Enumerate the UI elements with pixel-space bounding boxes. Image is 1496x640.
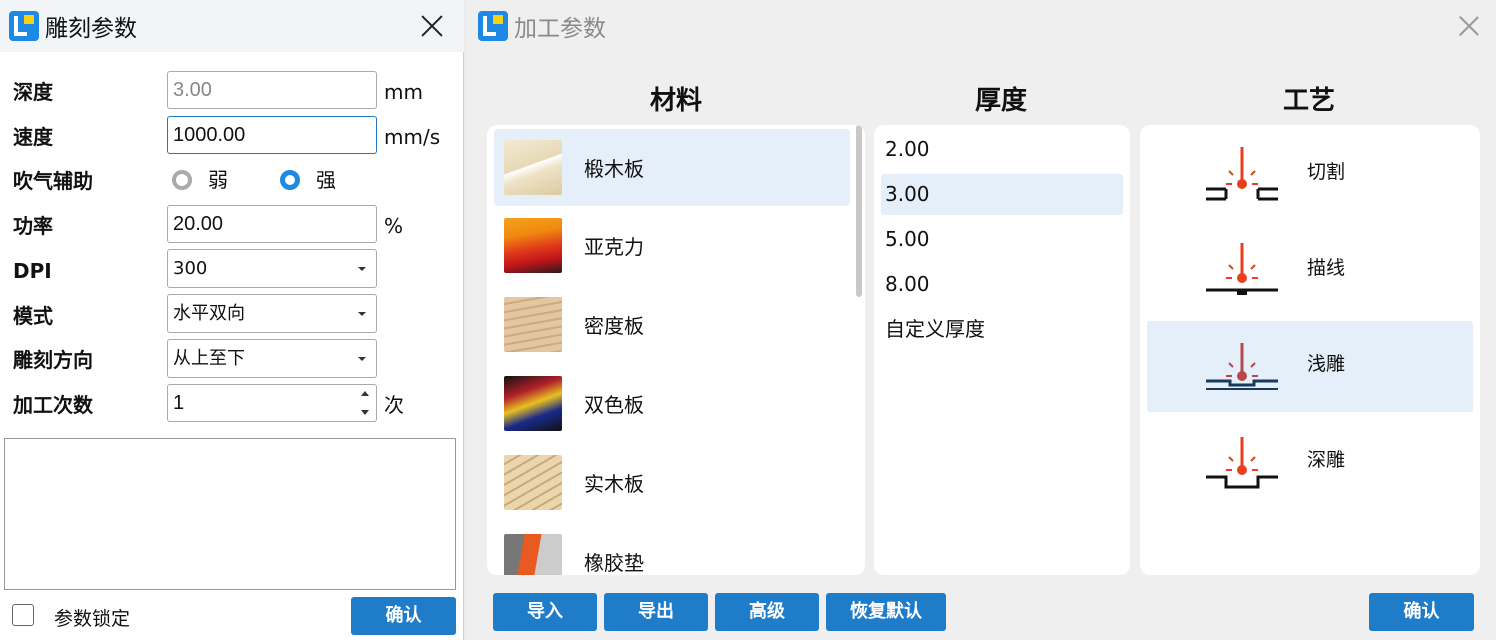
- air-strong-label: 强: [316, 168, 336, 192]
- process-header: 工艺: [1282, 86, 1335, 116]
- material-thumbnail: [504, 218, 562, 273]
- chevron-down-icon: [358, 267, 366, 271]
- list-item[interactable]: 描线: [1147, 225, 1473, 316]
- list-item[interactable]: 3.00: [881, 174, 1123, 215]
- passes-label: 加工次数: [13, 393, 93, 417]
- air-strong-radio[interactable]: [280, 170, 300, 190]
- list-item[interactable]: 亚克力: [494, 207, 850, 284]
- list-item[interactable]: 切割: [1147, 129, 1473, 220]
- material-list: 椴木板 亚克力 密度板 双色板 实木板 橡胶垫: [487, 125, 865, 575]
- dpi-label: DPI: [13, 259, 52, 283]
- import-button[interactable]: 导入: [493, 593, 597, 631]
- power-field[interactable]: 20.00: [167, 205, 377, 243]
- power-label: 功率: [13, 214, 53, 238]
- list-item[interactable]: 椴木板: [494, 129, 850, 206]
- right-confirm-button[interactable]: 确认: [1369, 593, 1474, 631]
- list-item[interactable]: 双色板: [494, 365, 850, 442]
- speed-field[interactable]: 1000.00: [167, 116, 377, 154]
- air-weak-label: 弱: [208, 168, 228, 192]
- mode-label: 模式: [13, 304, 53, 328]
- passes-value: 1: [173, 392, 185, 414]
- line-icon: [1206, 243, 1278, 295]
- process-params-dialog: 加工参数 材料 厚度 工艺 椴木板 亚克力 密度板 双色板 实木板 橡胶垫 2.…: [466, 0, 1496, 640]
- depth-unit: mm: [384, 80, 423, 104]
- list-item[interactable]: 浅雕: [1147, 321, 1473, 412]
- material-thumbnail: [504, 140, 562, 195]
- process-name: 切割: [1307, 161, 1346, 183]
- list-item[interactable]: 实木板: [494, 444, 850, 521]
- scrollbar[interactable]: [856, 125, 862, 297]
- direction-value: 从上至下: [173, 348, 245, 369]
- engrave-params-dialog: 雕刻参数 深度 3.00 mm 速度 1000.00 mm/s 吹气辅助 弱 强…: [0, 0, 464, 640]
- material-header: 材料: [649, 86, 702, 116]
- passes-unit: 次: [384, 393, 404, 417]
- app-logo-icon: [478, 11, 508, 41]
- direction-label: 雕刻方向: [13, 348, 93, 372]
- left-confirm-button[interactable]: 确认: [351, 597, 456, 635]
- app-logo-icon: [9, 11, 39, 41]
- air-weak-radio[interactable]: [172, 170, 192, 190]
- material-thumbnail: [504, 534, 562, 575]
- depth-label: 深度: [13, 80, 53, 104]
- list-item[interactable]: 自定义厚度: [881, 309, 1123, 350]
- shallow-engrave-icon: [1206, 343, 1278, 390]
- passes-stepper[interactable]: 1: [167, 384, 377, 422]
- close-icon[interactable]: [1453, 10, 1485, 42]
- thickness-list: 2.00 3.00 5.00 8.00 自定义厚度: [874, 125, 1130, 575]
- speed-unit: mm/s: [384, 125, 441, 149]
- list-item[interactable]: 8.00: [881, 264, 1123, 305]
- export-button[interactable]: 导出: [604, 593, 708, 631]
- deep-engrave-icon: [1206, 437, 1278, 489]
- chevron-down-icon: [358, 357, 366, 361]
- spin-down-icon[interactable]: [361, 410, 369, 415]
- depth-field[interactable]: 3.00: [167, 71, 377, 109]
- lock-label: 参数锁定: [54, 608, 131, 630]
- advanced-button[interactable]: 高级: [715, 593, 819, 631]
- process-name: 描线: [1307, 257, 1346, 279]
- material-thumbnail: [504, 376, 562, 431]
- material-name: 实木板: [584, 472, 644, 496]
- left-titlebar: 雕刻参数: [0, 0, 464, 52]
- mode-value: 水平双向: [173, 303, 245, 324]
- lock-checkbox[interactable]: [12, 604, 34, 626]
- thickness-header: 厚度: [974, 86, 1027, 116]
- dialog-title: 雕刻参数: [45, 16, 137, 42]
- power-unit: %: [384, 214, 404, 238]
- list-item[interactable]: 2.00: [881, 129, 1123, 170]
- dpi-value: 300: [173, 258, 208, 279]
- material-name: 密度板: [584, 314, 644, 338]
- material-name: 亚克力: [584, 235, 644, 259]
- material-thumbnail: [504, 297, 562, 352]
- chevron-down-icon: [358, 312, 366, 316]
- process-name: 深雕: [1307, 449, 1346, 471]
- material-name: 橡胶垫: [584, 551, 644, 575]
- spin-up-icon[interactable]: [361, 391, 369, 396]
- list-item[interactable]: 密度板: [494, 286, 850, 363]
- dpi-select[interactable]: 300: [167, 249, 377, 288]
- list-item[interactable]: 橡胶垫: [494, 523, 850, 575]
- direction-select[interactable]: 从上至下: [167, 339, 377, 378]
- material-name: 椴木板: [584, 157, 644, 181]
- right-titlebar: 加工参数: [466, 0, 1496, 52]
- close-icon[interactable]: [416, 10, 448, 42]
- speed-label: 速度: [13, 125, 53, 149]
- list-item[interactable]: 5.00: [881, 219, 1123, 260]
- notes-textarea[interactable]: [4, 438, 456, 590]
- process-list: 切割 描线 浅雕 深雕: [1140, 125, 1480, 575]
- material-thumbnail: [504, 455, 562, 510]
- cut-icon: [1206, 147, 1278, 201]
- air-assist-label: 吹气辅助: [13, 169, 93, 193]
- reset-defaults-button[interactable]: 恢复默认: [826, 593, 946, 631]
- dialog-title: 加工参数: [514, 16, 606, 42]
- mode-select[interactable]: 水平双向: [167, 294, 377, 333]
- material-name: 双色板: [584, 393, 644, 417]
- process-name: 浅雕: [1307, 353, 1346, 375]
- list-item[interactable]: 深雕: [1147, 417, 1473, 508]
